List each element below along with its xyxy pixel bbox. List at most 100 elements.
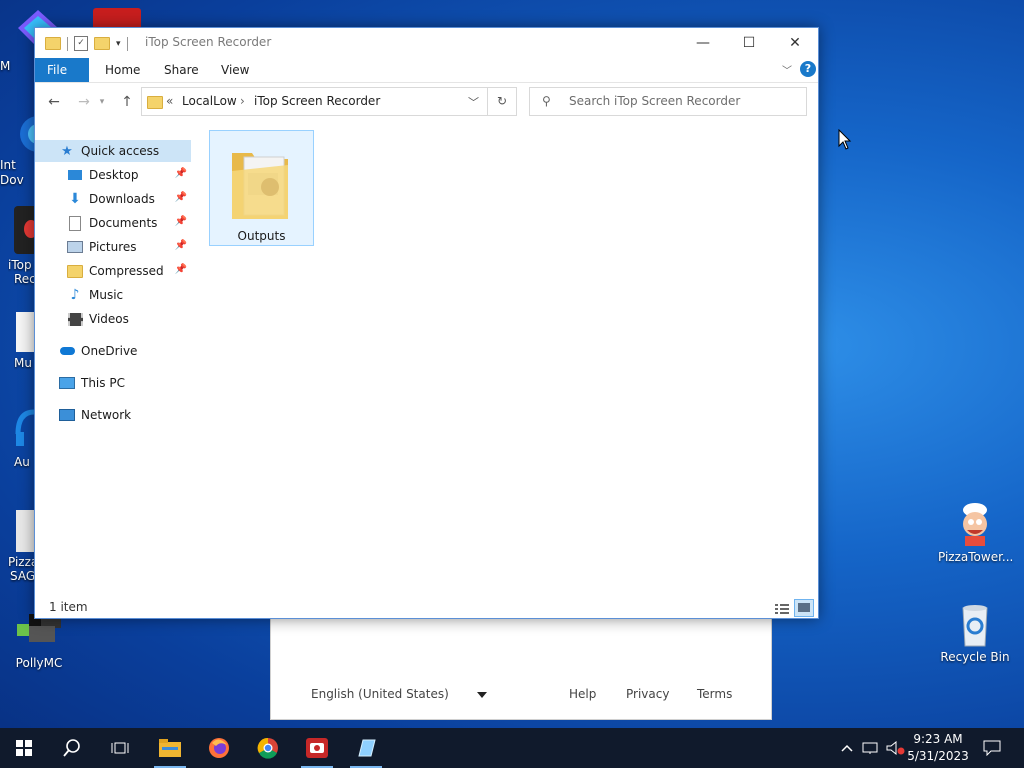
forward-button[interactable]: →	[73, 91, 95, 113]
show-hidden-icons-button[interactable]	[838, 728, 856, 768]
clock-date: 5/31/2023	[907, 749, 969, 763]
pizza-chef-icon	[953, 502, 997, 546]
folder-icon	[147, 96, 163, 109]
desktop-icon-partial-6[interactable]	[16, 510, 36, 552]
address-dropdown-icon[interactable]: ﹀	[468, 94, 479, 110]
pin-icon[interactable]: 📌	[175, 192, 187, 203]
up-button[interactable]: ↑	[116, 91, 138, 113]
nav-item-desktop[interactable]: Desktop 📌	[35, 164, 191, 186]
tab-home[interactable]: Home	[93, 58, 152, 82]
tab-view[interactable]: View	[209, 58, 261, 82]
taskbar: 9:23 AM 5/31/2023	[0, 728, 1024, 768]
navigation-pane: ★ Quick access Desktop 📌 ⬇ Downloads 📌 D…	[35, 136, 193, 596]
footer-link-help[interactable]: Help	[569, 687, 596, 701]
footer-link-terms[interactable]: Terms	[697, 687, 732, 701]
nav-item-quick-access[interactable]: ★ Quick access	[35, 140, 191, 162]
nav-label: Music	[89, 288, 124, 302]
desktop-icon-partial-5[interactable]	[14, 404, 36, 452]
search-icon: ⚲	[542, 94, 551, 108]
network-status-button[interactable]	[860, 728, 882, 768]
breadcrumb-separator-icon[interactable]: ›	[240, 94, 245, 108]
computer-icon	[59, 376, 75, 390]
document-icon	[67, 215, 83, 231]
nav-item-this-pc[interactable]: This PC	[35, 372, 191, 394]
breadcrumb-current[interactable]: iTop Screen Recorder	[254, 94, 380, 108]
nav-label: Quick access	[81, 144, 160, 158]
language-selector[interactable]: English (United States)	[311, 687, 449, 701]
network-icon	[59, 408, 75, 422]
minimize-button[interactable]: —	[680, 28, 726, 58]
nav-item-videos[interactable]: Videos	[35, 308, 191, 330]
recent-locations-button[interactable]: ▾	[95, 91, 109, 113]
firefox-icon	[209, 738, 229, 758]
details-view-button[interactable]	[772, 599, 792, 617]
address-bar[interactable]: « LocalLow › iTop Screen Recorder ﹀	[141, 87, 488, 116]
network-icon	[862, 742, 878, 754]
task-view-button[interactable]	[96, 728, 144, 768]
refresh-button[interactable]: ↻	[487, 87, 517, 116]
pin-icon[interactable]: 📌	[175, 216, 187, 227]
breadcrumb-overflow[interactable]: «	[166, 94, 173, 108]
pin-icon[interactable]: 📌	[175, 168, 187, 179]
breadcrumb-locallow[interactable]: LocalLow	[182, 94, 237, 108]
cloud-icon	[59, 344, 75, 358]
tab-share[interactable]: Share	[152, 58, 211, 82]
nav-item-onedrive[interactable]: OneDrive	[35, 340, 191, 362]
nav-label: Documents	[89, 216, 158, 230]
window-title: iTop Screen Recorder	[145, 35, 272, 49]
start-button[interactable]	[0, 728, 48, 768]
file-list: Outputs	[207, 129, 818, 596]
nav-item-downloads[interactable]: ⬇ Downloads 📌	[35, 188, 191, 210]
download-arrow-icon: ⬇	[69, 191, 81, 207]
divider	[67, 36, 68, 51]
taskbar-chrome[interactable]	[244, 728, 292, 768]
pin-icon[interactable]: 📌	[175, 264, 187, 275]
action-center-button[interactable]	[980, 728, 1004, 768]
title-bar: ✓ ▾ iTop Screen Recorder — ☐ ✕	[35, 28, 818, 58]
desktop: M Int Dov iTop Rec Mu Au Pizza SAG Polly…	[0, 0, 1024, 768]
customize-toolbar-icon[interactable]: ▾	[116, 39, 121, 49]
search-button[interactable]	[48, 728, 96, 768]
maximize-button[interactable]: ☐	[726, 28, 772, 58]
taskbar-file-explorer[interactable]	[146, 728, 194, 768]
search-input[interactable]: Search iTop Screen Recorder	[569, 94, 740, 108]
footer-link-privacy[interactable]: Privacy	[626, 687, 669, 701]
desktop-icon-label: PizzaTower...	[938, 550, 1014, 564]
taskbar-firefox[interactable]	[195, 728, 243, 768]
nav-label: Downloads	[89, 192, 155, 206]
expand-ribbon-icon[interactable]: ﹀	[782, 62, 792, 77]
folder-item-outputs[interactable]: Outputs	[209, 130, 314, 246]
tab-file[interactable]: File	[35, 58, 89, 82]
desktop-icon-partial-4[interactable]	[16, 312, 36, 352]
search-box[interactable]: ⚲ Search iTop Screen Recorder	[529, 87, 807, 116]
taskbar-notes-app[interactable]	[342, 728, 390, 768]
large-icons-view-button[interactable]	[794, 599, 814, 617]
system-clock[interactable]: 9:23 AM 5/31/2023	[898, 731, 978, 765]
nav-label: Network	[81, 408, 132, 422]
pin-icon[interactable]: 📌	[175, 240, 187, 251]
ribbon-tabs: File Home Share View ﹀ ?	[35, 58, 818, 83]
folder-with-content-icon	[230, 143, 292, 221]
item-count: 1 item	[49, 600, 88, 614]
task-view-icon	[111, 742, 129, 754]
back-button[interactable]: ←	[43, 91, 65, 113]
nav-item-music[interactable]: ♪ Music	[35, 284, 191, 306]
nav-label: Compressed	[89, 264, 164, 278]
divider	[126, 36, 128, 51]
mouse-cursor-icon	[838, 128, 852, 154]
desktop-icon-recycle-bin[interactable]: Recycle Bin	[938, 602, 1012, 665]
chevron-up-icon	[841, 744, 853, 752]
nav-item-compressed[interactable]: Compressed 📌	[35, 260, 191, 282]
desktop-icon-pizzatower[interactable]: PizzaTower...	[938, 502, 1014, 565]
nav-item-documents[interactable]: Documents 📌	[35, 212, 191, 234]
nav-item-network[interactable]: Network	[35, 404, 191, 426]
help-icon[interactable]: ?	[800, 61, 816, 77]
chevron-down-icon[interactable]	[477, 692, 487, 698]
nav-item-pictures[interactable]: Pictures 📌	[35, 236, 191, 258]
properties-icon[interactable]: ✓	[74, 36, 88, 51]
notepad-icon	[358, 739, 376, 757]
nav-label: Pictures	[89, 240, 137, 254]
new-folder-icon[interactable]	[94, 37, 110, 50]
close-button[interactable]: ✕	[772, 28, 818, 58]
taskbar-itop-recorder[interactable]	[293, 728, 341, 768]
